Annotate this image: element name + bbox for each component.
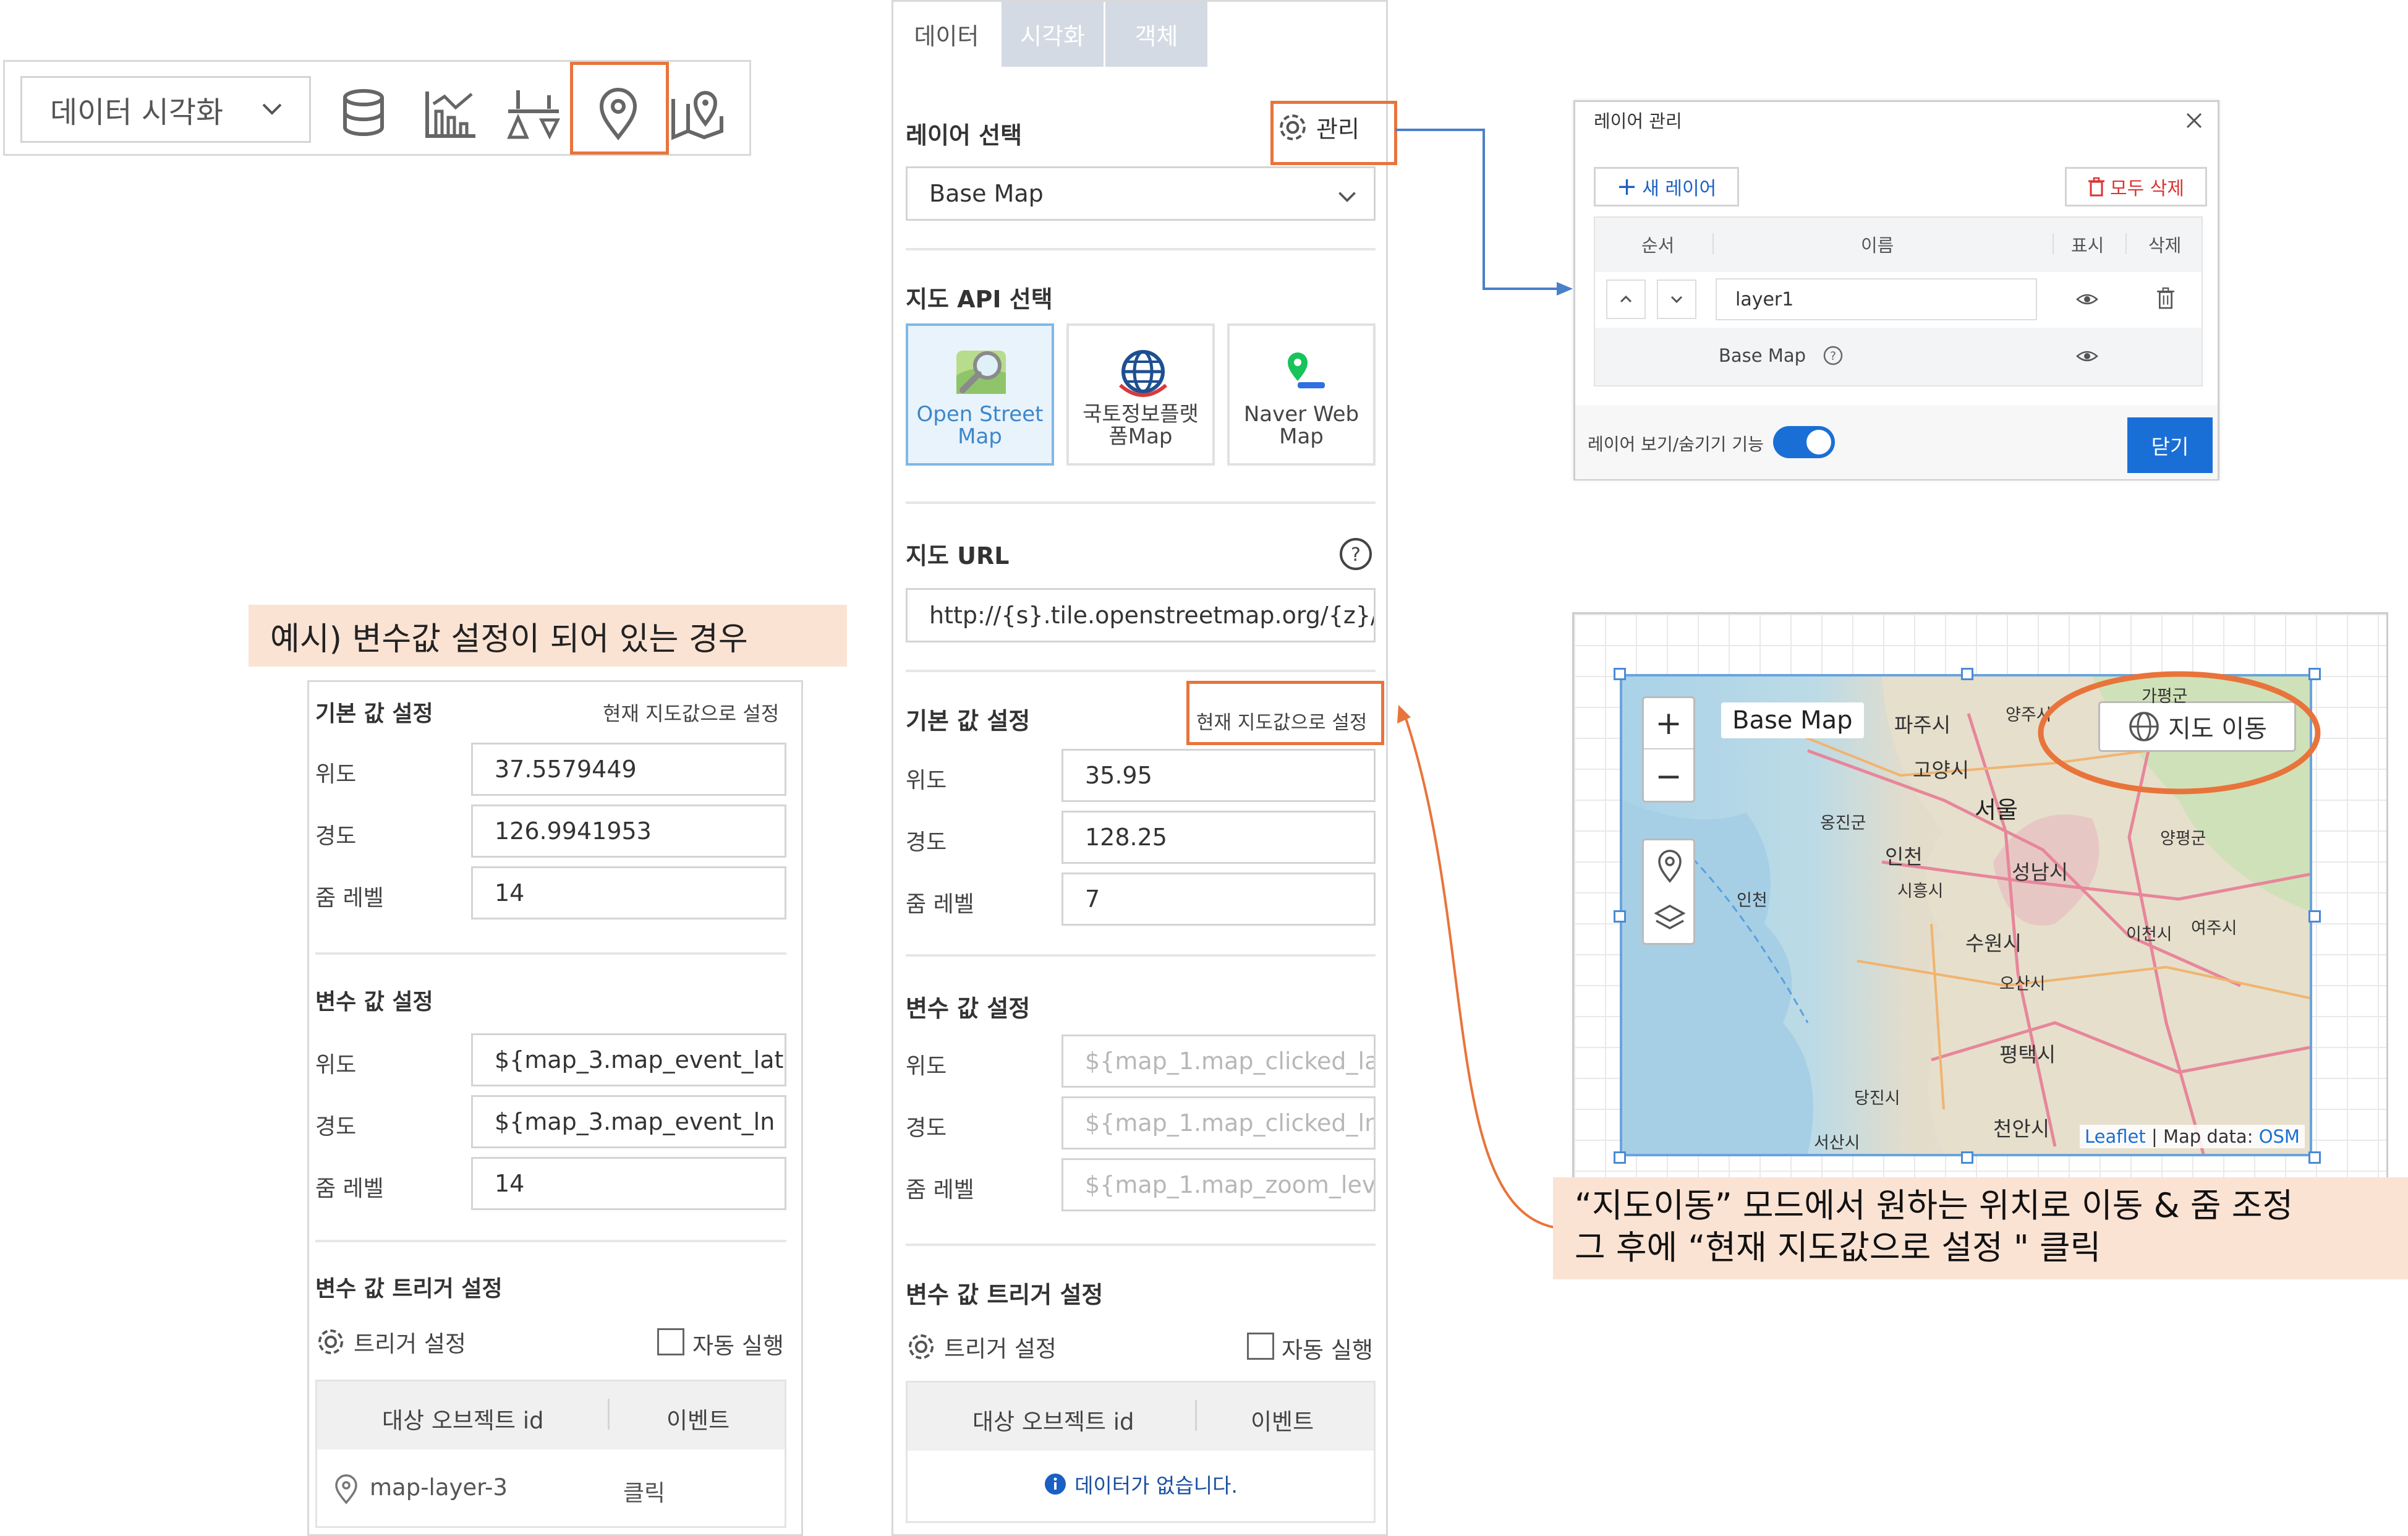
note-line-1: “지도이동” 모드에서 원하는 위치로 이동 & 줌 조정 — [1575, 1186, 2294, 1225]
place-label: 성남시 — [2012, 860, 2069, 884]
resize-handle[interactable] — [2308, 910, 2321, 923]
new-layer-label: 새 레이어 — [1642, 178, 1717, 200]
table-row: layer1 — [1595, 272, 2202, 328]
place-label: 시흥시 — [1897, 882, 1944, 901]
new-layer-button[interactable]: + 새 레이어 — [1594, 167, 1739, 207]
zoom-control: + − — [1642, 696, 1695, 803]
base-map-label: Base Map — [1721, 702, 1864, 738]
note-line-2: 그 후에 “현재 지도값으로 설정 " 클릭 — [1575, 1228, 2101, 1267]
chevron-down-icon — [1670, 296, 1683, 304]
trash-icon — [2088, 177, 2105, 197]
map-attribution: Leaflet | Map data: OSM — [2080, 1125, 2305, 1148]
eye-icon[interactable] — [2076, 348, 2098, 365]
place-label: 수원시 — [1965, 931, 2022, 955]
column-separator — [1712, 233, 1714, 254]
place-label: 오산시 — [1999, 975, 2046, 994]
place-label: 천안시 — [1993, 1117, 2050, 1141]
place-label: 이천시 — [2126, 925, 2172, 944]
place-label: 고양시 — [1913, 758, 1970, 782]
delete-all-label: 모두 삭제 — [2110, 178, 2184, 200]
column-separator — [2125, 233, 2127, 254]
chevron-up-icon — [1620, 295, 1632, 303]
place-label: 당진시 — [1854, 1089, 1900, 1108]
place-label: 인천 — [1737, 891, 1768, 910]
table-row: Base Map ? — [1595, 328, 2202, 383]
arrow-head — [1397, 705, 1411, 723]
close-icon[interactable] — [2184, 111, 2204, 130]
arrow-head — [1557, 282, 1573, 296]
resize-handle[interactable] — [1614, 910, 1626, 923]
toggle-label: 레이어 보기/숨기기 기능 — [1588, 434, 1764, 454]
highlight-ellipse — [2038, 671, 2321, 795]
toggle-knob — [1806, 430, 1831, 454]
place-label: 인천 — [1885, 845, 1923, 869]
place-label: 여주시 — [2191, 919, 2237, 938]
eye-icon[interactable] — [2076, 291, 2098, 308]
resize-handle[interactable] — [1961, 668, 1973, 680]
zoom-out-button[interactable]: − — [1644, 751, 1693, 802]
layer-management-dialog: 레이어 관리 + 새 레이어 모두 삭제 순서 이름 표시 삭제 layer1 … — [1573, 100, 2219, 480]
orange-connector-line — [1402, 710, 1555, 1229]
trash-icon[interactable] — [2156, 286, 2175, 310]
place-label: 양평군 — [2160, 829, 2206, 848]
column-separator — [2053, 233, 2054, 254]
instruction-note: “지도이동” 모드에서 원하는 위치로 이동 & 줌 조정 그 후에 “현재 지… — [1553, 1177, 2408, 1279]
close-button[interactable]: 닫기 — [2127, 417, 2213, 473]
base-map-label: Base Map — [1719, 345, 1806, 366]
delete-all-button[interactable]: 모두 삭제 — [2065, 167, 2207, 207]
svg-text:?: ? — [1830, 349, 1836, 363]
map-pin-icon[interactable] — [1655, 849, 1685, 884]
move-down-button[interactable] — [1657, 279, 1696, 319]
col-delete: 삭제 — [2148, 235, 2182, 256]
resize-handle[interactable] — [1614, 668, 1626, 680]
layers-icon[interactable] — [1654, 902, 1686, 934]
col-show: 표시 — [2071, 235, 2104, 256]
map-tools-control — [1642, 838, 1695, 945]
resize-handle[interactable] — [2308, 1151, 2321, 1164]
place-label: 서산시 — [1814, 1133, 1860, 1153]
layer-name-input[interactable]: layer1 — [1716, 278, 2037, 320]
blue-connector-line — [1395, 129, 1564, 290]
col-order: 순서 — [1641, 235, 1675, 256]
plus-icon: + — [1616, 173, 1638, 201]
resize-handle[interactable] — [1961, 1151, 1973, 1164]
help-icon[interactable]: ? — [1823, 345, 1844, 366]
dialog-title: 레이어 관리 — [1594, 111, 1682, 132]
place-label: 파주시 — [1894, 713, 1951, 737]
move-up-button[interactable] — [1606, 279, 1646, 319]
layer-table: 순서 이름 표시 삭제 layer1 Base Map ? — [1594, 216, 2203, 386]
resize-handle[interactable] — [1614, 1151, 1626, 1164]
leaflet-link[interactable]: Leaflet — [2085, 1126, 2146, 1147]
dialog-footer: 레이어 보기/숨기기 기능 닫기 — [1575, 405, 2218, 479]
place-label: 평택시 — [1999, 1043, 2056, 1067]
place-label: 서울 — [1975, 796, 2018, 824]
zoom-in-button[interactable]: + — [1644, 698, 1693, 749]
visibility-toggle[interactable] — [1773, 426, 1835, 458]
place-label: 옹진군 — [1820, 814, 1866, 833]
osm-link[interactable]: OSM — [2259, 1126, 2300, 1147]
col-name: 이름 — [1861, 235, 1894, 256]
